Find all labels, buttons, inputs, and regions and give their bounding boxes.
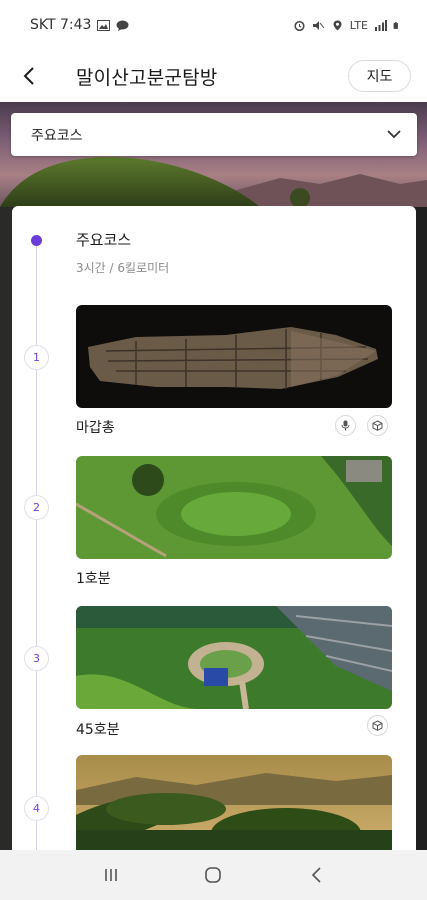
3d-view-button[interactable] — [367, 415, 388, 436]
alarm-icon — [294, 20, 305, 31]
image-icon — [97, 19, 111, 31]
audio-guide-button[interactable] — [335, 415, 356, 436]
microphone-icon — [341, 420, 350, 431]
spot-thumbnail[interactable] — [76, 456, 392, 559]
recent-apps-button[interactable] — [91, 855, 131, 895]
timeline-number: 3 — [24, 646, 49, 671]
timeline-number: 2 — [24, 495, 49, 520]
network-label: LTE — [349, 18, 368, 32]
mute-icon — [312, 20, 325, 30]
app-header: 말이산고분군탐방 지도 — [0, 50, 427, 102]
course-selector-value: 주요코스 — [31, 127, 83, 144]
tomb-1-image — [76, 456, 392, 559]
3d-model-icon — [372, 420, 383, 431]
page-title: 말이산고분군탐방 — [76, 66, 218, 89]
status-left: SKT 7:43 — [30, 17, 129, 33]
course-meta: 3시간 / 6킬로미터 — [76, 261, 170, 275]
spot-name[interactable]: 1호분 — [76, 568, 111, 588]
3d-view-button[interactable] — [367, 715, 388, 736]
nav-back-icon — [311, 867, 321, 883]
spot-thumbnail[interactable] — [76, 606, 392, 709]
signal-icon — [375, 19, 387, 31]
location-icon — [333, 20, 342, 30]
status-right: LTE — [293, 19, 401, 32]
chevron-down-icon — [387, 130, 401, 139]
chat-icon — [116, 20, 129, 31]
back-arrow-icon — [23, 67, 34, 85]
tombs-at-sunset-image — [76, 755, 392, 858]
map-button[interactable]: 지도 — [348, 60, 411, 92]
course-title: 주요코스 — [76, 231, 132, 249]
system-nav-bar — [0, 850, 427, 900]
timeline-line — [36, 242, 37, 882]
course-card: 주요코스 3시간 / 6킬로미터 1 마갑총 2 1호분 3 45호분 4 — [12, 206, 416, 900]
spot-name[interactable]: 45호분 — [76, 719, 120, 739]
spot-thumbnail[interactable] — [76, 755, 392, 858]
course-selector-dropdown[interactable]: 주요코스 — [11, 113, 417, 156]
battery-icon — [393, 21, 398, 29]
home-icon — [205, 867, 222, 883]
tomb-45-image — [76, 606, 392, 709]
nav-back-button[interactable] — [296, 855, 336, 895]
recent-apps-icon — [105, 869, 117, 881]
status-bar: SKT 7:43 LTE — [0, 0, 427, 50]
home-button[interactable] — [193, 855, 233, 895]
3d-model-icon — [372, 720, 383, 731]
horse-armor-image — [76, 305, 392, 408]
timeline-number: 4 — [24, 796, 49, 821]
timeline-number: 1 — [24, 345, 49, 370]
spot-thumbnail[interactable] — [76, 305, 392, 408]
timeline-current-dot — [31, 235, 42, 246]
back-button[interactable] — [0, 50, 58, 102]
carrier-time: SKT 7:43 — [30, 17, 92, 33]
spot-name[interactable]: 마갑총 — [76, 417, 115, 437]
